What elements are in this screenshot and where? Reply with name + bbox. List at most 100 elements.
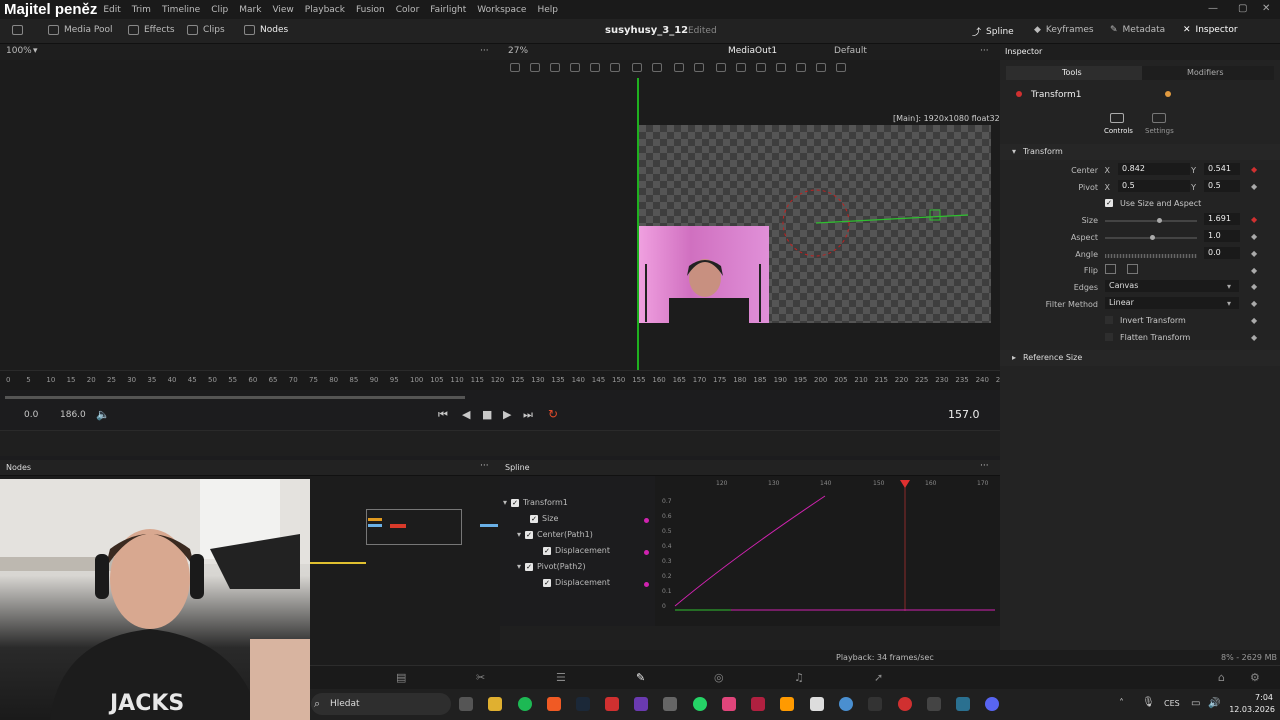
fairlight-page-icon[interactable]: ♫ (794, 671, 804, 684)
app-icon[interactable] (751, 697, 765, 711)
menu-timeline[interactable]: Timeline (162, 5, 200, 15)
effects-button[interactable]: Effects (128, 25, 175, 35)
keyframe-icon[interactable]: ◆ (1251, 215, 1257, 224)
go-to-start-icon[interactable]: ⏮ (438, 408, 448, 422)
menu-fusion[interactable]: Fusion (356, 5, 385, 15)
output-select[interactable]: MediaOut1 (728, 46, 777, 56)
center-y-field[interactable]: 0.541 (1204, 163, 1240, 175)
tree-item-displacement-2[interactable]: ✓ Displacement (543, 578, 610, 587)
tree-item-pivot[interactable]: ▾ ✓ Pivot(Path2) (517, 562, 586, 571)
tool-icon[interactable] (550, 63, 560, 72)
clips-button[interactable]: Clips (187, 25, 225, 35)
volume-tray-icon[interactable]: 🔊 (1208, 698, 1220, 709)
discord-icon[interactable] (985, 697, 999, 711)
tool-icon[interactable] (674, 63, 684, 72)
steam-icon[interactable] (576, 697, 590, 711)
more-icon[interactable]: ··· (480, 461, 489, 471)
angle-field[interactable]: 0.0 (1204, 247, 1240, 259)
spotify-icon[interactable] (518, 697, 532, 711)
app-icon[interactable] (634, 697, 648, 711)
invert-checkbox[interactable] (1105, 316, 1113, 324)
timeline-scrollbar[interactable] (5, 396, 465, 399)
tree-item-size[interactable]: ✓ Size (530, 514, 558, 523)
app-icon[interactable] (663, 697, 677, 711)
davinci-resolve-icon[interactable] (956, 697, 970, 711)
flip-horizontal-icon[interactable] (1105, 264, 1116, 274)
keyframe-icon[interactable]: ◆ (1251, 333, 1257, 342)
menu-clip[interactable]: Clip (211, 5, 228, 15)
filter-select[interactable]: Linear (1105, 297, 1239, 309)
tool-icon[interactable] (836, 63, 846, 72)
menu-mark[interactable]: Mark (239, 5, 261, 15)
tool-icon[interactable] (816, 63, 826, 72)
node-box[interactable] (366, 509, 462, 545)
current-frame[interactable]: 157.0 (948, 408, 980, 421)
tool-icon[interactable] (510, 63, 520, 72)
tool-icon[interactable] (610, 63, 620, 72)
start-field[interactable]: 0.0 (24, 410, 38, 420)
volume-icon[interactable]: 🔈 (96, 408, 110, 421)
tree-item-displacement[interactable]: ✓ Displacement (543, 546, 610, 555)
keyframes-button[interactable]: ◆ Keyframes (1034, 25, 1094, 35)
keyframe-icon[interactable]: ◆ (1251, 249, 1257, 258)
tool-icon[interactable] (590, 63, 600, 72)
edit-page-icon[interactable]: ☰ (556, 671, 566, 684)
close-icon[interactable]: ✕ (1262, 3, 1270, 14)
stop-icon[interactable]: ■ (482, 408, 492, 421)
maximize-icon[interactable]: ▢ (1238, 3, 1247, 14)
menu-fairlight[interactable]: Fairlight (430, 5, 466, 15)
inspector-button[interactable]: ✕ Inspector (1183, 25, 1238, 35)
pivot-x-field[interactable]: 0.5 (1118, 180, 1190, 192)
chrome-icon[interactable] (839, 697, 853, 711)
chevron-down-icon[interactable]: ▾ (33, 46, 38, 56)
menu-trim[interactable]: Trim (132, 5, 151, 15)
size-field[interactable]: 1.691 (1204, 213, 1240, 225)
flip-vertical-icon[interactable] (1127, 264, 1138, 274)
menu-help[interactable]: Help (537, 5, 558, 15)
taskbar-search[interactable]: ⌕ Hledat (311, 693, 451, 715)
edges-select[interactable]: Canvas (1105, 280, 1239, 292)
clock-date[interactable]: 12.03.2026 (1227, 705, 1275, 714)
menu-view[interactable]: View (272, 5, 293, 15)
language-indicator[interactable]: CES (1164, 699, 1180, 708)
keyframe-icon[interactable]: ◆ (1251, 282, 1257, 291)
network-icon[interactable]: ▭ (1191, 698, 1200, 709)
tool-icon[interactable] (736, 63, 746, 72)
tab-tools[interactable]: Tools (1006, 66, 1142, 80)
loop-icon[interactable]: ↻ (548, 407, 558, 421)
nodes-button[interactable]: Nodes (244, 25, 288, 35)
menu-edit[interactable]: Edit (103, 5, 120, 15)
keyframe-icon[interactable]: ◆ (1251, 232, 1257, 241)
tool-icon[interactable] (694, 63, 704, 72)
layout-icon[interactable] (12, 25, 23, 35)
tool-icon[interactable] (632, 63, 642, 72)
media-page-icon[interactable]: ▤ (396, 671, 406, 684)
menu-workspace[interactable]: Workspace (477, 5, 526, 15)
tree-item-center[interactable]: ▾ ✓ Center(Path1) (517, 530, 593, 539)
explorer-icon[interactable] (488, 697, 502, 711)
section-transform[interactable]: ▾ Transform (1000, 144, 1280, 160)
spline-button[interactable]: ⤴ Spline (972, 25, 1014, 39)
media-pool-button[interactable]: Media Pool (48, 25, 113, 35)
preset-select[interactable]: Default (834, 46, 867, 56)
cut-page-icon[interactable]: ✂ (476, 671, 485, 684)
tool-icon[interactable] (570, 63, 580, 72)
tab-modifiers[interactable]: Modifiers (1142, 66, 1274, 80)
tool-icon[interactable] (716, 63, 726, 72)
settings-gear-icon[interactable]: ⚙ (1250, 671, 1260, 684)
tool-icon[interactable] (530, 63, 540, 72)
more-icon[interactable]: ··· (980, 461, 989, 471)
menu-color[interactable]: Color (396, 5, 420, 15)
home-icon[interactable]: ⌂ (1218, 671, 1225, 684)
excel-close-icon[interactable] (605, 697, 619, 711)
controls-icon[interactable] (1110, 113, 1124, 123)
transform-widget[interactable] (780, 185, 980, 265)
play-icon[interactable]: ▶ (503, 408, 511, 421)
tool-icon[interactable] (776, 63, 786, 72)
end-field[interactable]: 186.0 (60, 410, 86, 420)
microphone-icon[interactable]: 🎙 (1142, 697, 1155, 708)
tray-chevron-icon[interactable]: ˄ (1119, 698, 1124, 709)
time-ruler[interactable]: 0 5 10 15 20 25 30 35 40 45 50 55 60 65 70 75 80 85 90 95 10… (0, 370, 1009, 390)
fusion-page-icon[interactable]: ✎ (636, 671, 645, 684)
clock-time[interactable]: 7:04 (1235, 693, 1273, 702)
